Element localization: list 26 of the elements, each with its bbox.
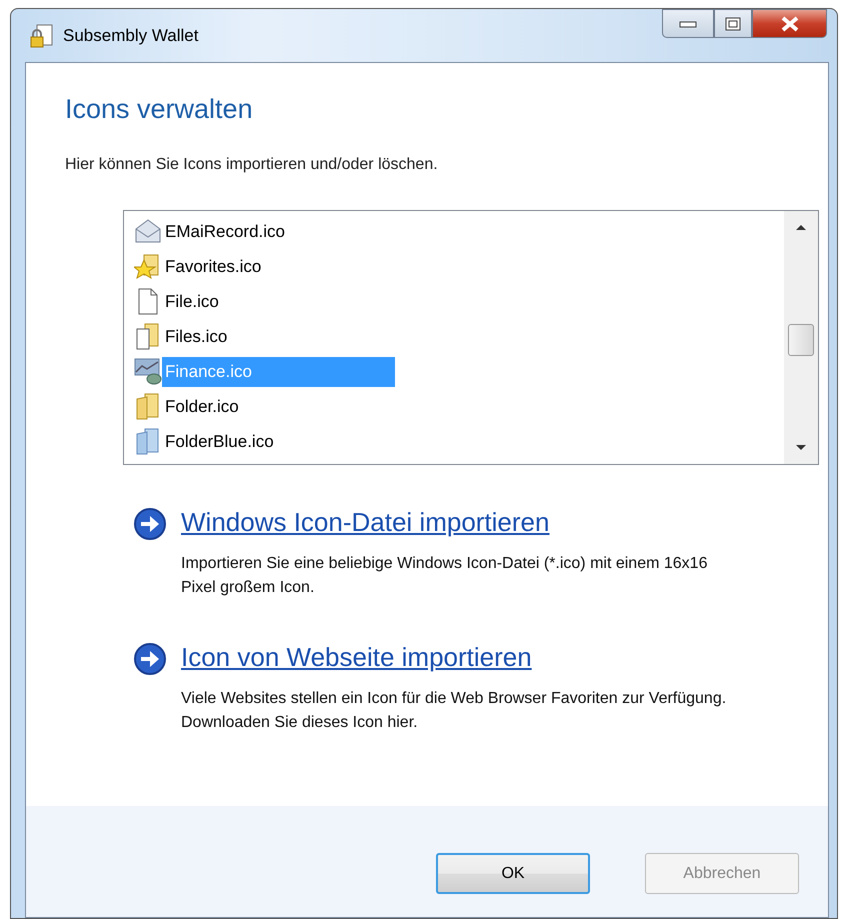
list-item[interactable]: Files.ico	[162, 322, 230, 352]
close-button[interactable]	[752, 9, 827, 38]
description-text: Hier können Sie Icons importieren und/oder löschen.	[65, 155, 439, 176]
minimize-icon	[679, 20, 697, 28]
list-item[interactable]: FolderBlue.ico	[162, 426, 277, 457]
command-link-description: Importieren Sie eine beliebige Windows Icon-Datei (*.ico) mit einem 16x16 Pixel großem Icon.	[181, 554, 708, 598]
list-item[interactable]: EMaiRecord.ico	[162, 216, 288, 247]
scrollbar-thumb[interactable]	[788, 324, 814, 356]
scroll-down-icon[interactable]	[795, 444, 807, 452]
window-title: Subsembly Wallet	[63, 24, 198, 47]
scroll-up-icon[interactable]	[795, 223, 807, 232]
list-item[interactable]: Folder.ico	[162, 392, 242, 422]
maximize-button[interactable]	[714, 9, 752, 38]
list-item[interactable]: File.ico	[162, 286, 222, 317]
page-heading: Icons verwalten	[65, 93, 254, 126]
minimize-button[interactable]	[662, 9, 714, 38]
scrollbar[interactable]	[784, 211, 818, 464]
close-icon	[780, 16, 800, 32]
list-item[interactable]: Favorites.ico	[162, 252, 264, 282]
command-link-description: Viele Websites stellen ein Icon für die Web Browser Favoriten zur Verfügung. Downloaden Sie dieses Icon hier.	[181, 689, 728, 734]
ok-button[interactable]: OK	[436, 853, 590, 894]
chart-icon	[134, 357, 162, 386]
command-link[interactable]: Windows Icon-Datei importieren	[181, 507, 550, 538]
maximize-icon	[725, 16, 741, 30]
command-link[interactable]: Icon von Webseite importieren	[181, 642, 532, 672]
lock-app-icon	[29, 22, 55, 48]
